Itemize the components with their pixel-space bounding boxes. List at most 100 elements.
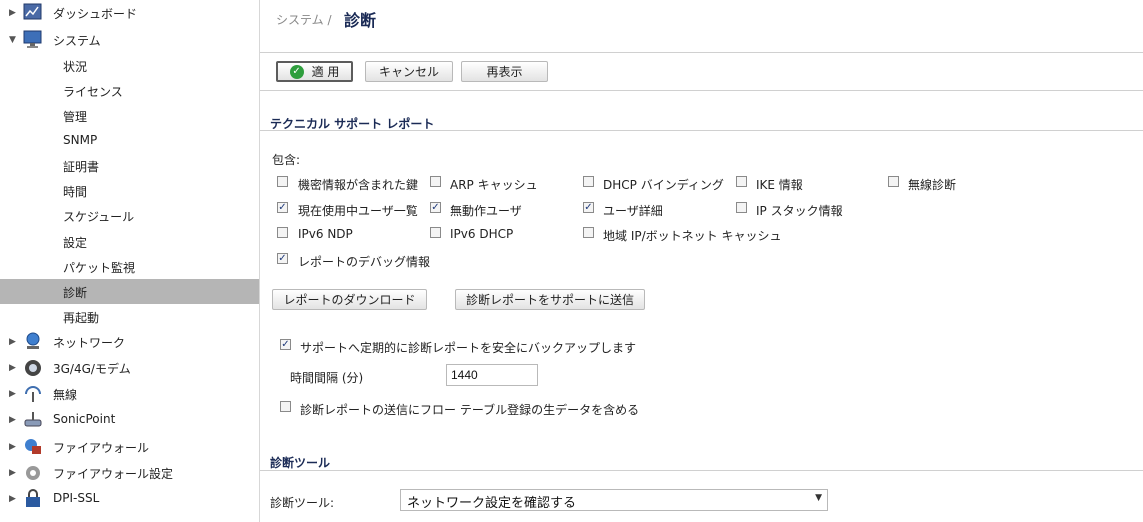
sidebar-item-label: 管理 — [63, 110, 88, 124]
main-content: システム / 診断 ✓ 適 用 キャンセル 再表示 テクニカル サポート レポー… — [260, 0, 1143, 522]
sidebar-item-label: ファイアウォール設定 — [53, 467, 174, 481]
sidebar-subitem-status[interactable]: 状況 — [0, 53, 259, 78]
periodic-backup-checkbox[interactable] — [280, 339, 291, 350]
option-ipv6-ndp-checkbox[interactable] — [277, 227, 288, 238]
sidebar-nav: ▶ ダッシュボード ▼ システム 状況 ライセンス 管理 SNMP 証明書 時間… — [0, 0, 260, 522]
sidebar-item-network[interactable]: ▶ ネットワーク — [0, 329, 259, 355]
option-label: ARP キャッシュ — [450, 178, 538, 192]
sidebar-item-sonicpoint[interactable]: ▶ SonicPoint — [0, 407, 259, 433]
breadcrumb[interactable]: システム / — [276, 11, 332, 28]
diagnostic-tool-select[interactable]: ネットワーク設定を確認する ▼ — [400, 489, 828, 511]
option-sensitive-keys-checkbox[interactable] — [277, 176, 288, 187]
sidebar-item-modem[interactable]: ▶ 3G/4G/モデム — [0, 355, 259, 381]
sidebar-item-label: SonicPoint — [53, 412, 116, 426]
page-title: 診断 — [344, 11, 377, 30]
sidebar-item-label: 状況 — [63, 60, 88, 74]
divider — [260, 470, 1143, 471]
sidebar-subitem-license[interactable]: ライセンス — [0, 78, 259, 103]
firewall-settings-icon — [23, 463, 43, 482]
sidebar-item-label: DPI-SSL — [53, 491, 100, 505]
sidebar-item-wireless[interactable]: ▶ 無線 — [0, 381, 259, 407]
sidebar-item-label: ダッシュボード — [53, 7, 138, 21]
option-label: 機密情報が含まれた鍵 — [298, 178, 419, 192]
include-label: 包含: — [272, 153, 301, 167]
option-debug-info-checkbox[interactable] — [277, 253, 288, 264]
option-dhcp-bindings-checkbox[interactable] — [583, 176, 594, 187]
interval-input[interactable] — [446, 364, 538, 386]
option-ipv6-dhcp-checkbox[interactable] — [430, 227, 441, 238]
option-current-users-checkbox[interactable] — [277, 202, 288, 213]
refresh-button[interactable]: 再表示 — [461, 61, 548, 82]
cancel-button[interactable]: キャンセル — [365, 61, 453, 82]
send-report-button[interactable]: 診断レポートをサポートに送信 — [455, 289, 645, 310]
sidebar-item-firewall-settings[interactable]: ▶ ファイアウォール設定 — [0, 460, 259, 486]
include-flow-table-checkbox[interactable] — [280, 401, 291, 412]
sidebar-item-label: 時間 — [63, 185, 88, 199]
sidebar-subitem-certificates[interactable]: 証明書 — [0, 153, 259, 178]
sidebar-item-label: 設定 — [63, 236, 88, 250]
tool-label: 診断ツール: — [270, 496, 335, 510]
apply-label: 適 用 — [311, 65, 340, 79]
option-label: IKE 情報 — [756, 178, 803, 192]
expand-arrow-icon[interactable]: ▶ — [9, 363, 16, 373]
expand-arrow-icon[interactable]: ▶ — [9, 468, 16, 478]
divider — [260, 52, 1143, 53]
sidebar-item-dashboard[interactable]: ▶ ダッシュボード — [0, 0, 259, 26]
sidebar-subitem-admin[interactable]: 管理 — [0, 103, 259, 128]
apply-button[interactable]: ✓ 適 用 — [276, 61, 353, 82]
expand-arrow-icon[interactable]: ▶ — [9, 337, 16, 347]
option-label: IP スタック情報 — [756, 204, 843, 218]
expand-arrow-icon[interactable]: ▶ — [9, 389, 16, 399]
option-label: 無動作ユーザ — [450, 204, 522, 218]
sidebar-subitem-schedule[interactable]: スケジュール — [0, 203, 259, 228]
sidebar-subitem-diagnostics[interactable]: 診断 — [0, 279, 259, 304]
sidebar-item-label: 証明書 — [63, 160, 100, 174]
selected-tool-value: ネットワーク設定を確認する — [407, 496, 577, 511]
collapse-arrow-icon[interactable]: ▼ — [9, 35, 16, 45]
option-label: ユーザ詳細 — [603, 204, 663, 218]
option-label: 地域 IP/ボットネット キャッシュ — [603, 229, 782, 243]
expand-arrow-icon[interactable]: ▶ — [9, 442, 16, 452]
sidebar-subitem-packet-monitor[interactable]: パケット監視 — [0, 254, 259, 279]
option-user-details-checkbox[interactable] — [583, 202, 594, 213]
sidebar-item-label: SNMP — [63, 133, 98, 147]
sidebar-item-label: ネットワーク — [53, 336, 126, 350]
sidebar-subitem-time[interactable]: 時間 — [0, 178, 259, 203]
chevron-down-icon: ▼ — [815, 493, 822, 503]
sidebar-item-dpi-ssl[interactable]: ▶ DPI-SSL — [0, 486, 259, 512]
expand-arrow-icon[interactable]: ▶ — [9, 415, 16, 425]
sidebar-item-label: 3G/4G/モデム — [53, 362, 131, 376]
option-ike-info-checkbox[interactable] — [736, 176, 747, 187]
sidebar-item-label: 無線 — [53, 388, 78, 402]
tools-section-title: 診断ツール — [270, 456, 331, 470]
sidebar-subitem-snmp[interactable]: SNMP — [0, 128, 259, 153]
dashboard-icon — [23, 3, 43, 22]
option-geo-botnet-cache-checkbox[interactable] — [583, 227, 594, 238]
option-label: IPv6 NDP — [298, 227, 353, 241]
divider — [260, 130, 1143, 131]
option-label: 無線診断 — [908, 178, 957, 192]
sidebar-item-firewall[interactable]: ▶ ファイアウォール — [0, 434, 259, 460]
checkmark-icon: ✓ — [289, 64, 304, 79]
option-label: IPv6 DHCP — [450, 227, 514, 241]
expand-arrow-icon[interactable]: ▶ — [9, 8, 16, 18]
download-report-button[interactable]: レポートのダウンロード — [272, 289, 427, 310]
include-flow-table-label: 診断レポートの送信にフロー テーブル登録の生データを含める — [300, 403, 640, 417]
option-ip-stack-checkbox[interactable] — [736, 202, 747, 213]
firewall-icon — [23, 437, 43, 456]
periodic-backup-label: サポートへ定期的に診断レポートを安全にバックアップします — [300, 341, 637, 355]
option-wireless-diag-checkbox[interactable] — [888, 176, 899, 187]
access-point-icon — [23, 410, 43, 429]
expand-arrow-icon[interactable]: ▶ — [9, 494, 16, 504]
divider — [260, 90, 1143, 91]
network-icon — [23, 332, 43, 351]
sidebar-item-label: ファイアウォール — [53, 441, 150, 455]
sidebar-item-system[interactable]: ▼ システム — [0, 27, 259, 53]
option-inactive-users-checkbox[interactable] — [430, 202, 441, 213]
sidebar-subitem-settings[interactable]: 設定 — [0, 229, 259, 254]
sidebar-item-label: システム — [53, 34, 101, 48]
option-arp-cache-checkbox[interactable] — [430, 176, 441, 187]
sidebar-subitem-restart[interactable]: 再起動 — [0, 304, 259, 329]
interval-label: 時間間隔 (分) — [290, 371, 364, 385]
system-monitor-icon — [23, 30, 43, 49]
